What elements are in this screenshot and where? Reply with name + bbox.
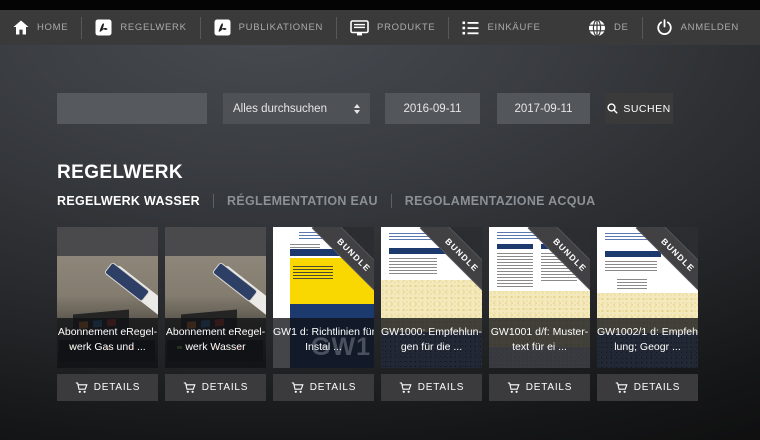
details-button[interactable]: DETAILS <box>489 374 590 401</box>
home-icon <box>13 20 29 35</box>
product-thumbnail[interactable]: Abonnement eRegel- werk Wasser <box>165 227 266 368</box>
product-title: GW1000: Empfehlun- gen für die ... <box>381 318 482 368</box>
login-label: ANMELDEN <box>681 22 739 33</box>
date-from-field[interactable] <box>385 93 480 124</box>
page-title: REGELWERK <box>57 162 183 184</box>
nav-label-einkaeufe: EINKÄUFE <box>487 22 540 33</box>
search-input[interactable] <box>57 93 207 124</box>
search-submit-label: SUCHEN <box>623 103 670 115</box>
date-to-field[interactable] <box>497 93 590 124</box>
product-title: Abonnement eRegel- werk Wasser <box>165 318 266 368</box>
tab-reglementation-eau[interactable]: RÉGLEMENTATION EAU <box>227 194 378 208</box>
details-button[interactable]: DETAILS <box>57 374 158 401</box>
nav-label-publikationen: PUBLIKATIONEN <box>239 22 323 33</box>
nav-item-home[interactable]: HOME <box>0 10 81 45</box>
power-icon <box>656 19 673 36</box>
product-card: Abonnement eRegel- werk Gas und ... DETA… <box>57 227 158 401</box>
product-card: BUNDLE GW1000: Empfehlun- gen für die ..… <box>381 227 482 401</box>
product-title: Abonnement eRegel- werk Gas und ... <box>57 318 158 368</box>
tab-separator <box>213 194 214 208</box>
nav-item-produkte[interactable]: PRODUKTE <box>337 10 448 45</box>
main-navbar: HOME REGELWERK PUBLIKATIONEN PRODUKTE EI… <box>0 10 760 45</box>
cart-icon <box>75 382 88 394</box>
product-thumbnail[interactable]: Abonnement eRegel- werk Gas und ... <box>57 227 158 368</box>
login-button[interactable]: ANMELDEN <box>643 10 752 45</box>
product-thumbnail[interactable]: BUNDLE GW1000: Empfehlun- gen für die ..… <box>381 227 482 368</box>
nav-label-produkte: PRODUKTE <box>377 22 435 33</box>
nav-item-einkaeufe[interactable]: EINKÄUFE <box>449 10 553 45</box>
details-button[interactable]: DETAILS <box>165 374 266 401</box>
product-thumbnail[interactable]: BUNDLE GW1001 d/f: Muster- text für ei .… <box>489 227 590 368</box>
product-card: BUNDLE GW1001 d/f: Muster- text für ei .… <box>489 227 590 401</box>
language-tabs: REGELWERK WASSER RÉGLEMENTATION EAU REGO… <box>57 194 595 208</box>
cart-icon <box>399 382 412 394</box>
search-scope-value: Alles durchsuchen <box>233 103 354 115</box>
cart-icon <box>615 382 628 394</box>
pdf-icon <box>214 19 231 36</box>
language-label: DE <box>614 22 629 33</box>
nav-label-home: HOME <box>37 22 68 33</box>
cart-icon <box>291 382 304 394</box>
language-switcher[interactable]: DE <box>575 10 642 45</box>
nav-label-regelwerk: REGELWERK <box>120 22 186 33</box>
search-submit-button[interactable]: SUCHEN <box>605 93 673 124</box>
product-grid: Abonnement eRegel- werk Gas und ... DETA… <box>57 227 698 401</box>
search-icon <box>607 103 618 114</box>
product-card: Abonnement eRegel- werk Wasser DETAILS <box>165 227 266 401</box>
pdf-icon <box>95 19 112 36</box>
product-card: BUNDLE GW1 GW1 d: Richtlinien für Instal… <box>273 227 374 401</box>
tab-regolamentazione-acqua[interactable]: REGOLAMENTAZIONE ACQUA <box>405 194 596 208</box>
search-scope-select[interactable]: Alles durchsuchen <box>223 93 370 124</box>
tab-regelwerk-wasser[interactable]: REGELWERK WASSER <box>57 194 200 208</box>
cart-icon <box>507 382 520 394</box>
nav-item-publikationen[interactable]: PUBLIKATIONEN <box>201 10 336 45</box>
top-black-strip <box>0 0 760 10</box>
navbar-right-group: DE ANMELDEN <box>575 10 760 45</box>
globe-icon <box>588 19 606 37</box>
cart-icon <box>183 382 196 394</box>
product-title: GW1001 d/f: Muster- text für ei ... <box>489 318 590 368</box>
details-button[interactable]: DETAILS <box>597 374 698 401</box>
ordered-list-icon <box>462 20 479 36</box>
details-button[interactable]: DETAILS <box>381 374 482 401</box>
product-title: GW1002/1 d: Empfeh- lung; Geogr ... <box>597 318 698 368</box>
product-card: BUNDLE GW1002/1 d: Empfeh- lung; Geogr .… <box>597 227 698 401</box>
product-thumbnail[interactable]: BUNDLE GW1002/1 d: Empfeh- lung; Geogr .… <box>597 227 698 368</box>
tab-separator <box>391 194 392 208</box>
nav-item-regelwerk[interactable]: REGELWERK <box>82 10 199 45</box>
product-thumbnail[interactable]: BUNDLE GW1 GW1 d: Richtlinien für Instal… <box>273 227 374 368</box>
select-updown-icon <box>354 104 360 114</box>
product-title: GW1 d: Richtlinien für Instal ... <box>273 318 374 368</box>
screen-icon <box>350 20 369 36</box>
details-button[interactable]: DETAILS <box>273 374 374 401</box>
search-bar: Alles durchsuchen SUCHEN <box>57 93 673 124</box>
